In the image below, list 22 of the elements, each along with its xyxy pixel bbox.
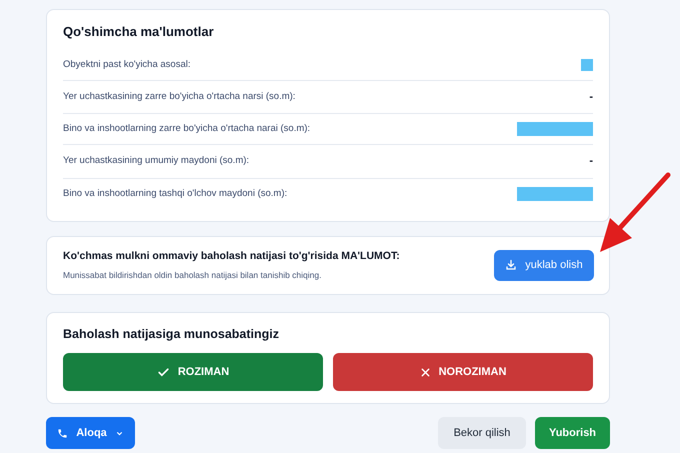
download-button[interactable]: yuklab olish (494, 250, 594, 280)
row-value: - (589, 90, 593, 104)
row-label: Yer uchastkasining umumiy maydoni (so.m): (63, 154, 250, 168)
card-title: Qo'shimcha ma'lumotlar (63, 23, 215, 41)
row-value: - (589, 154, 593, 169)
submit-button[interactable]: Yuborish (535, 417, 610, 450)
row-label: Bino va inshootlarning zarre bo'yicha o'rtacha narai (so.m): (63, 122, 312, 136)
close-icon (420, 366, 431, 378)
disagree-button[interactable]: NOROZIMAN (333, 353, 593, 392)
notice-title: Ko'chmas mulkni ommaviy baholash natijasi to'g'risida MA'LUMOT: (63, 248, 400, 264)
contact-button[interactable]: Aloqa (46, 417, 135, 450)
cancel-button[interactable]: Bekor qilish (438, 417, 526, 450)
redaction-mark (581, 58, 593, 70)
card-title: Baholash natijasiga munosabatingiz (63, 326, 280, 343)
phone-icon (57, 428, 68, 439)
check-icon (156, 366, 170, 379)
row-label: Obyektni past ko'yicha asosal: (63, 58, 192, 72)
row-label: Yer uchastkasining zarre bo'yicha o'rtacha narsi (so.m): (63, 90, 296, 104)
row-label: Bino va inshootlarning tashqi o'lchov maydoni (so.m): (63, 186, 288, 200)
agree-button[interactable]: ROZIMAN (63, 353, 323, 392)
notice-subtitle: Munissabat bildirishdan oldin baholash natijasi bilan tanishib chiqing. (63, 268, 322, 282)
download-icon (505, 259, 518, 271)
